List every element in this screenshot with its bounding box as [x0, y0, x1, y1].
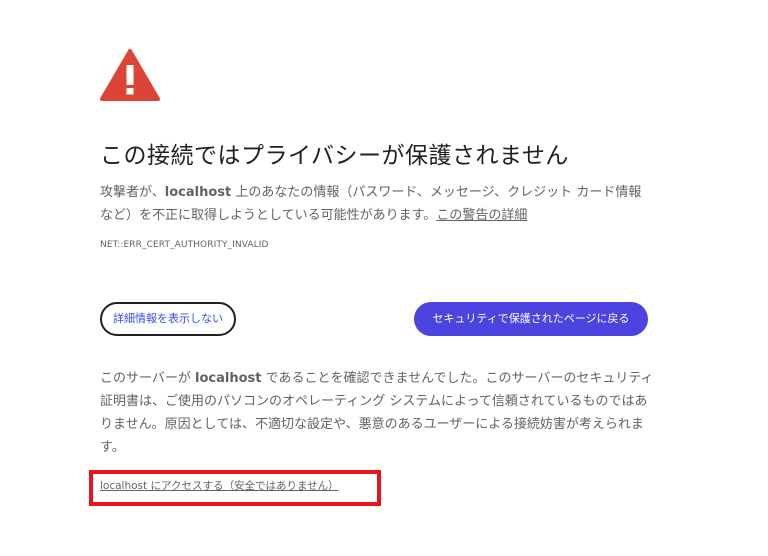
description-prefix: 攻撃者が、 [100, 185, 165, 200]
hide-details-button[interactable]: 詳細情報を表示しない [100, 302, 236, 336]
back-to-safety-button[interactable]: セキュリティで保護されたページに戻る [414, 302, 648, 336]
details-explanation: このサーバーが localhost であることを確認できませんでした。このサーバ… [100, 367, 656, 459]
learn-more-link[interactable]: この警告の詳細 [436, 208, 527, 223]
warning-triangle-icon [100, 49, 160, 101]
page-title: この接続ではプライバシーが保護されません [100, 143, 569, 169]
warning-description: 攻撃者が、localhost 上のあなたの情報（パスワード、メッセージ、クレジッ… [100, 181, 652, 227]
proceed-unsafe-link[interactable]: localhost にアクセスする（安全ではありません） [100, 478, 339, 493]
description-host: localhost [164, 185, 232, 200]
explanation-prefix: このサーバーが [100, 371, 196, 386]
explanation-host: localhost [195, 371, 262, 386]
error-code: NET::ERR_CERT_AUTHORITY_INVALID [100, 240, 269, 250]
